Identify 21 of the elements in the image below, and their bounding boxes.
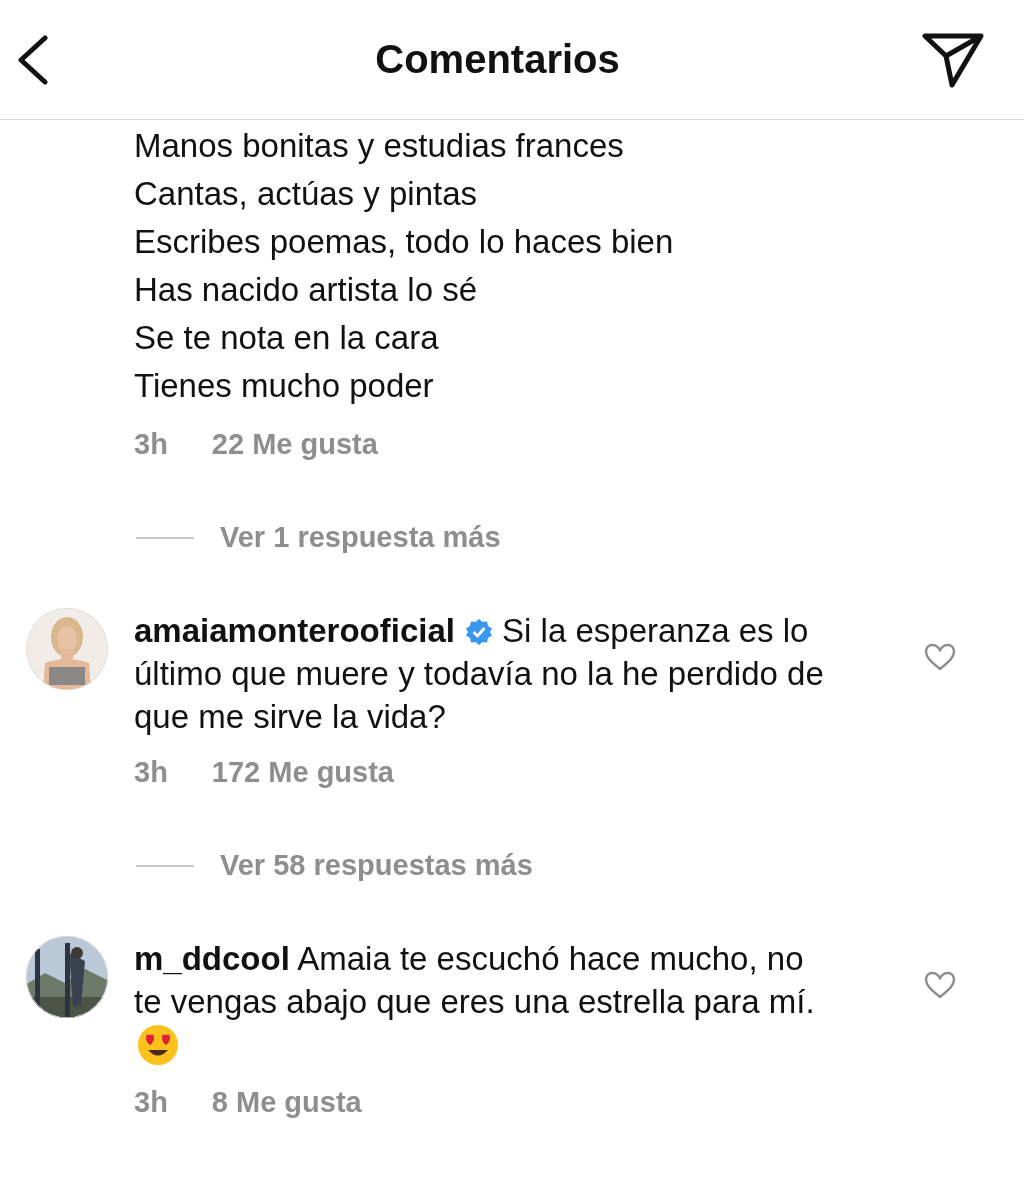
likes-count[interactable]: 8 Me gusta xyxy=(211,1086,362,1119)
comment-text-line: Cantas, actúas y pintas xyxy=(134,174,479,214)
view-replies-link[interactable]: Ver 58 respuestas más xyxy=(220,849,533,882)
comment-text-line: Escribes poemas, todo lo haces bien xyxy=(134,222,675,262)
comment-text-line: Tienes mucho poder xyxy=(134,366,435,406)
heart-icon[interactable] xyxy=(924,643,956,671)
comment-text-line: Has nacido artista lo sé xyxy=(134,270,478,310)
comment-text-line: Se te nota en la cara xyxy=(134,318,440,358)
likes-count[interactable]: 22 Me gusta xyxy=(211,428,378,461)
send-icon[interactable] xyxy=(922,31,984,88)
comment-time: 3h xyxy=(134,1086,168,1119)
view-replies-link[interactable]: Ver 1 respuesta más xyxy=(220,521,501,554)
page-title: Comentarios xyxy=(375,37,620,82)
likes-count[interactable]: 172 Me gusta xyxy=(211,756,394,789)
comment-time: 3h xyxy=(134,756,168,789)
heart-icon[interactable] xyxy=(924,971,956,999)
back-icon[interactable] xyxy=(15,34,49,85)
comment-text: amaiamonterooficial Si la esperanza es lo último que muere y todavía no la he perdido de que me sirve la vida? xyxy=(134,611,824,737)
comment-time: 3h xyxy=(134,428,168,461)
comment-text-line: Manos bonitas y estudias frances xyxy=(134,126,625,166)
comment-text: m_ddcool Amaia te escuchó hace mucho, no te vengas abajo que eres una estrella para mí. xyxy=(134,937,824,1068)
